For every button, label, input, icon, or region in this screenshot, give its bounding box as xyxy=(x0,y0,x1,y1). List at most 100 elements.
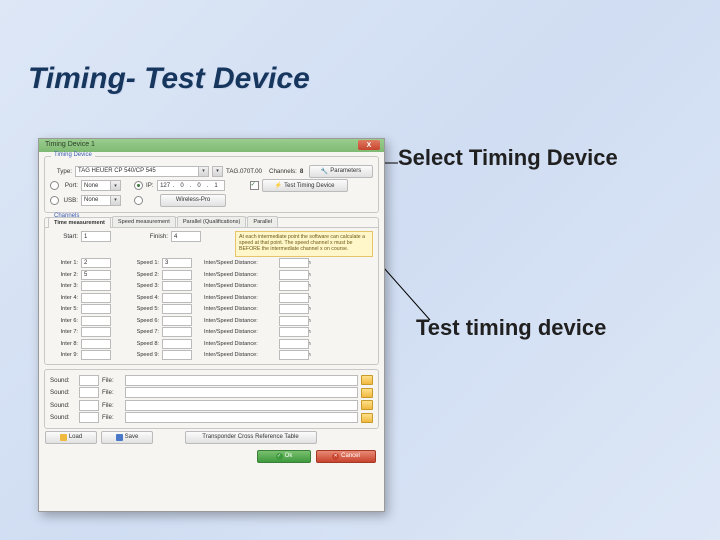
history-dropdown[interactable]: ▾ xyxy=(212,166,223,177)
file-label: File: xyxy=(102,414,122,421)
inter-label: Inter 3: xyxy=(50,283,78,289)
inter-field[interactable] xyxy=(81,304,111,314)
speed-field[interactable]: 3 xyxy=(162,258,192,268)
usb-radio[interactable] xyxy=(50,196,59,205)
speed-label: Speed 9: xyxy=(131,352,159,358)
folder-open-icon xyxy=(60,434,67,441)
inter-field[interactable] xyxy=(81,316,111,326)
cancel-button[interactable]: ✕Cancel xyxy=(316,450,376,463)
start-field[interactable]: 1 xyxy=(81,231,111,242)
test-timing-device-button[interactable]: ⚡Test Timing Device xyxy=(262,179,348,192)
x-icon: ✕ xyxy=(332,453,339,460)
dist-field[interactable] xyxy=(279,281,309,291)
dialog-title: Timing Device 1 xyxy=(45,141,95,148)
dist-field[interactable] xyxy=(279,258,309,268)
speed-field[interactable] xyxy=(162,327,192,337)
inter-label: Inter 4: xyxy=(50,295,78,301)
speed-field[interactable] xyxy=(162,350,192,360)
file-field[interactable] xyxy=(125,387,358,398)
tab-speed-measurement[interactable]: Speed measurement xyxy=(112,216,176,227)
parameters-button[interactable]: 🔧Parameters xyxy=(309,165,373,178)
dist-label: Inter/Speed Distance: xyxy=(204,272,276,278)
inter-label: Inter 8: xyxy=(50,341,78,347)
xref-button[interactable]: Transponder Cross Reference Table xyxy=(185,431,317,444)
inter-field[interactable] xyxy=(81,327,111,337)
sound-label: Sound: xyxy=(50,377,76,384)
finish-field[interactable]: 4 xyxy=(171,231,201,242)
dist-field[interactable] xyxy=(279,270,309,280)
inter-label: Inter 7: xyxy=(50,329,78,335)
save-button[interactable]: Save xyxy=(101,431,153,444)
speed-field[interactable] xyxy=(162,316,192,326)
chevron-down-icon: ▾ xyxy=(198,167,208,176)
timing-device-dialog: Timing Device 1 X Timing Device Type: TA… xyxy=(38,138,385,512)
dist-field[interactable] xyxy=(279,304,309,314)
dist-field[interactable] xyxy=(279,316,309,326)
inter-label: Inter 1: xyxy=(50,260,78,266)
check-icon: ✓ xyxy=(276,453,283,460)
speed-field[interactable] xyxy=(162,339,192,349)
dist-field[interactable] xyxy=(279,293,309,303)
test-checkbox[interactable] xyxy=(250,181,259,190)
sound-field[interactable] xyxy=(79,400,99,411)
inter-field[interactable] xyxy=(81,293,111,303)
channels-label: Channels: xyxy=(269,168,297,175)
dist-field[interactable] xyxy=(279,339,309,349)
save-icon xyxy=(116,434,123,441)
browse-button[interactable] xyxy=(361,400,373,410)
inter-label: Inter 9: xyxy=(50,352,78,358)
sound-field[interactable] xyxy=(79,412,99,423)
tab-parallel-qual[interactable]: Parallel (Qualifications) xyxy=(177,216,247,227)
speed-field[interactable] xyxy=(162,281,192,291)
tag-file-label: TAG.070T.00 xyxy=(226,168,262,175)
tab-parallel[interactable]: Parallel xyxy=(247,216,278,227)
wrench-icon: 🔧 xyxy=(321,168,328,175)
wireless-radio[interactable] xyxy=(134,196,143,205)
sound-field[interactable] xyxy=(79,375,99,386)
hint-box: At each intermediate point the software … xyxy=(235,231,373,257)
file-label: File: xyxy=(102,389,122,396)
dist-label: Inter/Speed Distance: xyxy=(204,352,276,358)
inter-field[interactable] xyxy=(81,339,111,349)
inter-field[interactable]: 2 xyxy=(81,258,111,268)
ip-field[interactable]: 127.0.0.1 xyxy=(157,180,225,191)
speed-field[interactable] xyxy=(162,293,192,303)
annotation-test: Test timing device xyxy=(416,315,606,341)
inter-field[interactable]: 5 xyxy=(81,270,111,280)
tab-time-measurement[interactable]: Time measurement xyxy=(48,217,111,228)
dist-label: Inter/Speed Distance: xyxy=(204,295,276,301)
inter-field[interactable] xyxy=(81,350,111,360)
dist-label: Inter/Speed Distance: xyxy=(204,318,276,324)
usb-label: USB: xyxy=(62,197,78,204)
ip-radio[interactable] xyxy=(134,181,143,190)
dist-label: Inter/Speed Distance: xyxy=(204,306,276,312)
port-radio[interactable] xyxy=(50,181,59,190)
sound-row: Sound:File: xyxy=(50,375,373,386)
inter-field[interactable] xyxy=(81,281,111,291)
ok-button[interactable]: ✓Ok xyxy=(257,450,311,463)
speed-field[interactable] xyxy=(162,304,192,314)
type-combo[interactable]: TAG HEUER CP 540/CP 545▾ xyxy=(75,166,209,177)
titlebar[interactable]: Timing Device 1 X xyxy=(39,139,384,152)
sound-field[interactable] xyxy=(79,387,99,398)
dist-field[interactable] xyxy=(279,350,309,360)
port-combo[interactable]: None▾ xyxy=(81,180,121,191)
file-field[interactable] xyxy=(125,400,358,411)
browse-button[interactable] xyxy=(361,388,373,398)
wireless-pro-button[interactable]: Wireless-Pro xyxy=(160,194,226,207)
tabs: Time measurement Speed measurement Paral… xyxy=(45,216,378,228)
speed-field[interactable] xyxy=(162,270,192,280)
usb-combo[interactable]: None▾ xyxy=(81,195,121,206)
chevron-down-icon: ▾ xyxy=(110,181,120,190)
dist-label: Inter/Speed Distance: xyxy=(204,329,276,335)
load-button[interactable]: Load xyxy=(45,431,97,444)
dist-field[interactable] xyxy=(279,327,309,337)
browse-button[interactable] xyxy=(361,413,373,423)
browse-button[interactable] xyxy=(361,375,373,385)
dist-label: Inter/Speed Distance: xyxy=(204,341,276,347)
file-field[interactable] xyxy=(125,412,358,423)
chevron-down-icon: ▾ xyxy=(110,196,120,205)
finish-label: Finish: xyxy=(132,233,168,240)
close-button[interactable]: X xyxy=(358,140,380,150)
file-field[interactable] xyxy=(125,375,358,386)
